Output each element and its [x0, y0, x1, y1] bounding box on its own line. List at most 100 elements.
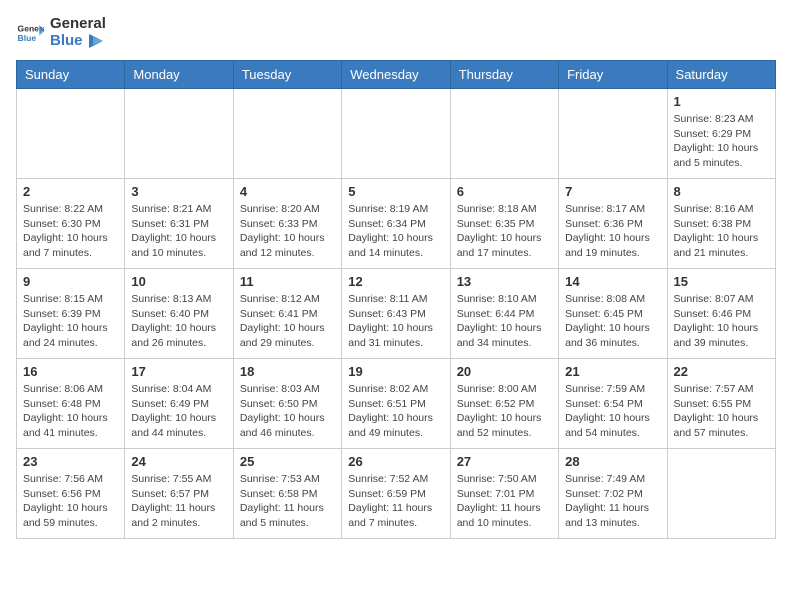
day-number: 28	[565, 454, 660, 469]
calendar-cell: 4Sunrise: 8:20 AM Sunset: 6:33 PM Daylig…	[233, 179, 341, 269]
calendar-week-row: 1 Sunrise: 8:23 AM Sunset: 6:29 PM Daylig…	[17, 89, 776, 179]
day-info: Sunrise: 8:06 AM Sunset: 6:48 PM Dayligh…	[23, 382, 118, 441]
calendar-cell	[233, 89, 341, 179]
logo-arrow-icon	[89, 34, 107, 48]
calendar-table: SundayMondayTuesdayWednesdayThursdayFrid…	[16, 60, 776, 539]
day-number: 3	[131, 184, 226, 199]
calendar-cell	[559, 89, 667, 179]
calendar-cell: 11 Sunrise: 8:12 AM Sunset: 6:41 PM Dayli…	[233, 269, 341, 359]
day-number: 12	[348, 274, 443, 289]
day-number: 22	[674, 364, 769, 379]
calendar-cell: 28 Sunrise: 7:49 AM Sunset: 7:02 PM Dayli…	[559, 449, 667, 539]
calendar-header-row: SundayMondayTuesdayWednesdayThursdayFrid…	[17, 61, 776, 89]
header-day-thursday: Thursday	[450, 61, 558, 89]
day-info: Sunrise: 8:03 AM Sunset: 6:50 PM Dayligh…	[240, 382, 335, 441]
header-day-tuesday: Tuesday	[233, 61, 341, 89]
day-number: 19	[348, 364, 443, 379]
calendar-cell: 25Sunrise: 7:53 AM Sunset: 6:58 PM Dayli…	[233, 449, 341, 539]
day-number: 27	[457, 454, 552, 469]
calendar-cell: 23 Sunrise: 7:56 AM Sunset: 6:56 PM Dayli…	[17, 449, 125, 539]
day-number: 15	[674, 274, 769, 289]
calendar-cell: 26 Sunrise: 7:52 AM Sunset: 6:59 PM Dayli…	[342, 449, 450, 539]
calendar-cell: 19 Sunrise: 8:02 AM Sunset: 6:51 PM Dayli…	[342, 359, 450, 449]
calendar-cell	[17, 89, 125, 179]
logo: General Blue General Blue	[16, 16, 107, 50]
day-number: 8	[674, 184, 769, 199]
calendar-cell: 13 Sunrise: 8:10 AM Sunset: 6:44 PM Dayli…	[450, 269, 558, 359]
calendar-cell: 17 Sunrise: 8:04 AM Sunset: 6:49 PM Dayli…	[125, 359, 233, 449]
calendar-cell: 3 Sunrise: 8:21 AM Sunset: 6:31 PM Daylig…	[125, 179, 233, 269]
day-number: 20	[457, 364, 552, 379]
day-number: 2	[23, 184, 118, 199]
calendar-cell: 2 Sunrise: 8:22 AM Sunset: 6:30 PM Daylig…	[17, 179, 125, 269]
day-number: 11	[240, 274, 335, 289]
logo-icon: General Blue	[16, 19, 44, 47]
calendar-cell	[667, 449, 775, 539]
day-info: Sunrise: 8:21 AM Sunset: 6:31 PM Dayligh…	[131, 202, 226, 261]
day-info: Sunrise: 7:59 AM Sunset: 6:54 PM Dayligh…	[565, 382, 660, 441]
day-info: Sunrise: 8:04 AM Sunset: 6:49 PM Dayligh…	[131, 382, 226, 441]
calendar-week-row: 2 Sunrise: 8:22 AM Sunset: 6:30 PM Daylig…	[17, 179, 776, 269]
header-day-wednesday: Wednesday	[342, 61, 450, 89]
calendar-cell	[125, 89, 233, 179]
day-number: 26	[348, 454, 443, 469]
day-info: Sunrise: 8:12 AM Sunset: 6:41 PM Dayligh…	[240, 292, 335, 351]
day-info: Sunrise: 8:18 AM Sunset: 6:35 PM Dayligh…	[457, 202, 552, 261]
calendar-cell: 16 Sunrise: 8:06 AM Sunset: 6:48 PM Dayli…	[17, 359, 125, 449]
day-info: Sunrise: 7:50 AM Sunset: 7:01 PM Dayligh…	[457, 472, 552, 531]
day-info: Sunrise: 7:56 AM Sunset: 6:56 PM Dayligh…	[23, 472, 118, 531]
day-info: Sunrise: 8:10 AM Sunset: 6:44 PM Dayligh…	[457, 292, 552, 351]
day-info: Sunrise: 8:22 AM Sunset: 6:30 PM Dayligh…	[23, 202, 118, 261]
logo-text-blue: Blue	[50, 32, 83, 49]
day-number: 14	[565, 274, 660, 289]
day-info: Sunrise: 7:57 AM Sunset: 6:55 PM Dayligh…	[674, 382, 769, 441]
day-info: Sunrise: 7:55 AM Sunset: 6:57 PM Dayligh…	[131, 472, 226, 531]
day-info: Sunrise: 8:07 AM Sunset: 6:46 PM Dayligh…	[674, 292, 769, 351]
calendar-cell: 9Sunrise: 8:15 AM Sunset: 6:39 PM Daylig…	[17, 269, 125, 359]
day-number: 1	[674, 94, 769, 109]
day-number: 23	[23, 454, 118, 469]
day-number: 24	[131, 454, 226, 469]
header-day-monday: Monday	[125, 61, 233, 89]
calendar-week-row: 23 Sunrise: 7:56 AM Sunset: 6:56 PM Dayli…	[17, 449, 776, 539]
day-number: 17	[131, 364, 226, 379]
day-number: 9	[23, 274, 118, 289]
day-number: 6	[457, 184, 552, 199]
calendar-cell: 27 Sunrise: 7:50 AM Sunset: 7:01 PM Dayli…	[450, 449, 558, 539]
calendar-cell: 5Sunrise: 8:19 AM Sunset: 6:34 PM Daylig…	[342, 179, 450, 269]
calendar-cell: 18Sunrise: 8:03 AM Sunset: 6:50 PM Dayli…	[233, 359, 341, 449]
calendar-cell: 1 Sunrise: 8:23 AM Sunset: 6:29 PM Daylig…	[667, 89, 775, 179]
day-info: Sunrise: 8:23 AM Sunset: 6:29 PM Dayligh…	[674, 112, 769, 171]
day-info: Sunrise: 8:16 AM Sunset: 6:38 PM Dayligh…	[674, 202, 769, 261]
calendar-cell: 20Sunrise: 8:00 AM Sunset: 6:52 PM Dayli…	[450, 359, 558, 449]
calendar-cell	[450, 89, 558, 179]
calendar-cell: 7 Sunrise: 8:17 AM Sunset: 6:36 PM Daylig…	[559, 179, 667, 269]
day-info: Sunrise: 8:17 AM Sunset: 6:36 PM Dayligh…	[565, 202, 660, 261]
calendar-cell: 12 Sunrise: 8:11 AM Sunset: 6:43 PM Dayli…	[342, 269, 450, 359]
logo-text-general: General	[50, 15, 106, 32]
day-info: Sunrise: 7:49 AM Sunset: 7:02 PM Dayligh…	[565, 472, 660, 531]
day-number: 21	[565, 364, 660, 379]
day-info: Sunrise: 8:11 AM Sunset: 6:43 PM Dayligh…	[348, 292, 443, 351]
day-info: Sunrise: 8:08 AM Sunset: 6:45 PM Dayligh…	[565, 292, 660, 351]
calendar-cell: 6 Sunrise: 8:18 AM Sunset: 6:35 PM Daylig…	[450, 179, 558, 269]
header: General Blue General Blue	[16, 16, 776, 50]
day-number: 25	[240, 454, 335, 469]
day-info: Sunrise: 7:52 AM Sunset: 6:59 PM Dayligh…	[348, 472, 443, 531]
calendar-cell: 21 Sunrise: 7:59 AM Sunset: 6:54 PM Dayli…	[559, 359, 667, 449]
day-number: 7	[565, 184, 660, 199]
calendar-cell	[342, 89, 450, 179]
calendar-week-row: 9Sunrise: 8:15 AM Sunset: 6:39 PM Daylig…	[17, 269, 776, 359]
calendar-week-row: 16 Sunrise: 8:06 AM Sunset: 6:48 PM Dayli…	[17, 359, 776, 449]
day-number: 16	[23, 364, 118, 379]
calendar-cell: 15 Sunrise: 8:07 AM Sunset: 6:46 PM Dayli…	[667, 269, 775, 359]
day-number: 13	[457, 274, 552, 289]
day-info: Sunrise: 8:02 AM Sunset: 6:51 PM Dayligh…	[348, 382, 443, 441]
calendar-cell: 24 Sunrise: 7:55 AM Sunset: 6:57 PM Dayli…	[125, 449, 233, 539]
header-day-saturday: Saturday	[667, 61, 775, 89]
day-number: 10	[131, 274, 226, 289]
calendar-cell: 14 Sunrise: 8:08 AM Sunset: 6:45 PM Dayli…	[559, 269, 667, 359]
day-number: 4	[240, 184, 335, 199]
calendar-cell: 10Sunrise: 8:13 AM Sunset: 6:40 PM Dayli…	[125, 269, 233, 359]
day-number: 5	[348, 184, 443, 199]
